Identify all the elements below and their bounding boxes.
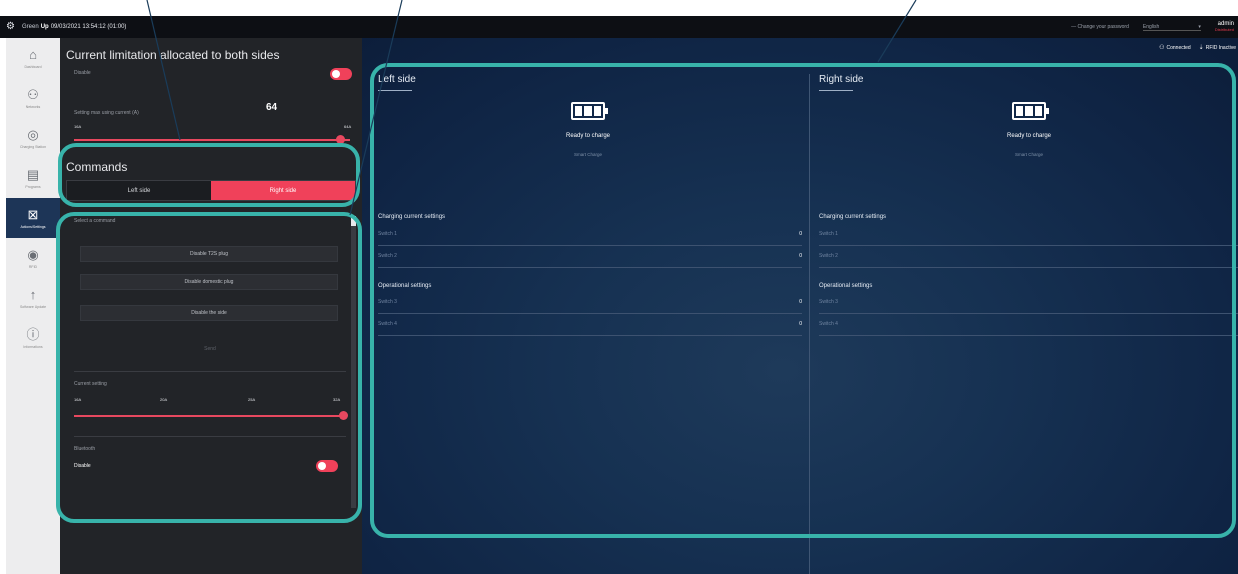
user-role: Distributed (1214, 27, 1234, 32)
rail-label: Charging Station (19, 145, 47, 149)
gear-icon[interactable]: ⚙ (6, 22, 16, 32)
app-root: ⚙ Green Up 09/03/2021 13:54:12 (01:00) —… (0, 0, 1238, 574)
highlight-sides (370, 63, 1236, 538)
network-icon: ⚇ (27, 87, 39, 102)
rfid-label: RFID Inactive (1205, 45, 1236, 51)
brand-prefix: Green (22, 24, 39, 30)
chevron-down-icon: ▾ (1198, 23, 1201, 30)
brand-bold: Up (40, 24, 49, 30)
station-icon: ◎ (27, 127, 39, 142)
rfid-icon: ◉ (27, 247, 39, 262)
rail-item-dashboard[interactable]: ⌂ Dashboard (6, 38, 60, 78)
rail-item-informations[interactable]: ⓘ Informations (6, 318, 60, 358)
rail-item-station[interactable]: ◎ Charging Station (6, 118, 60, 158)
rail-item-software-update[interactable]: ↑ Software Update (6, 278, 60, 318)
language-select[interactable]: English ▾ (1142, 23, 1201, 31)
disable-label: Disable (74, 70, 91, 76)
rfid-status-icon: ⇣ (1198, 45, 1204, 51)
connection-status: ⚇ Connected (1159, 44, 1191, 51)
rail-label: Dashboard (24, 65, 42, 69)
disable-toggle[interactable] (330, 68, 352, 80)
range-min: 16A (74, 124, 82, 129)
topbar-right: — Change your password English ▾ admin Di… (1071, 16, 1234, 38)
highlight-command-list (56, 212, 362, 523)
highlight-commands (58, 143, 360, 207)
rail-item-rfid[interactable]: ◉ RFID (6, 238, 60, 278)
upload-icon: ↑ (29, 287, 37, 302)
panel-title: Current limitation allocated to both sid… (66, 48, 280, 62)
rail-label: RFID (28, 265, 38, 269)
info-icon: ⓘ (26, 327, 40, 342)
timestamp: 09/03/2021 13:54:12 (01:00) (50, 24, 127, 30)
rail-label: Networks (25, 105, 41, 109)
rail-label: Actions/Settings (20, 225, 46, 229)
rail-label: Programs (25, 185, 41, 189)
user-menu[interactable]: admin Distributed (1215, 21, 1234, 33)
top-bar: ⚙ Green Up 09/03/2021 13:54:12 (01:00) —… (0, 16, 1238, 38)
home-icon: ⌂ (29, 47, 37, 62)
change-password-link[interactable]: — Change your password (1071, 24, 1129, 30)
connected-label: Connected (1166, 45, 1191, 51)
rail-item-programs[interactable]: ▤ Programs (6, 158, 60, 198)
rail-label: Software Update (19, 305, 47, 309)
status-row: ⚇ Connected ⇣ RFID Inactive (1159, 44, 1236, 51)
setting-label: Setting max using current (A) (74, 110, 139, 116)
network-status-icon: ⚇ (1159, 45, 1165, 51)
language-value: English (1142, 23, 1160, 30)
program-icon: ▤ (26, 167, 40, 182)
limit-slider-track[interactable] (74, 139, 350, 141)
settings-icon: ⊠ (27, 207, 39, 222)
setting-value: 64 (266, 102, 278, 113)
nav-rail: ⌂ Dashboard ⚇ Networks ◎ Charging Station ▤… (6, 38, 60, 574)
rail-item-actions-settings[interactable]: ⊠ Actions/Settings (6, 198, 60, 238)
change-password-label: Change your password (1077, 24, 1129, 30)
range-max: 64A (344, 124, 352, 129)
rail-item-networks[interactable]: ⚇ Networks (6, 78, 60, 118)
rail-label: Informations (23, 345, 43, 349)
rfid-status: ⇣ RFID Inactive (1199, 44, 1236, 51)
